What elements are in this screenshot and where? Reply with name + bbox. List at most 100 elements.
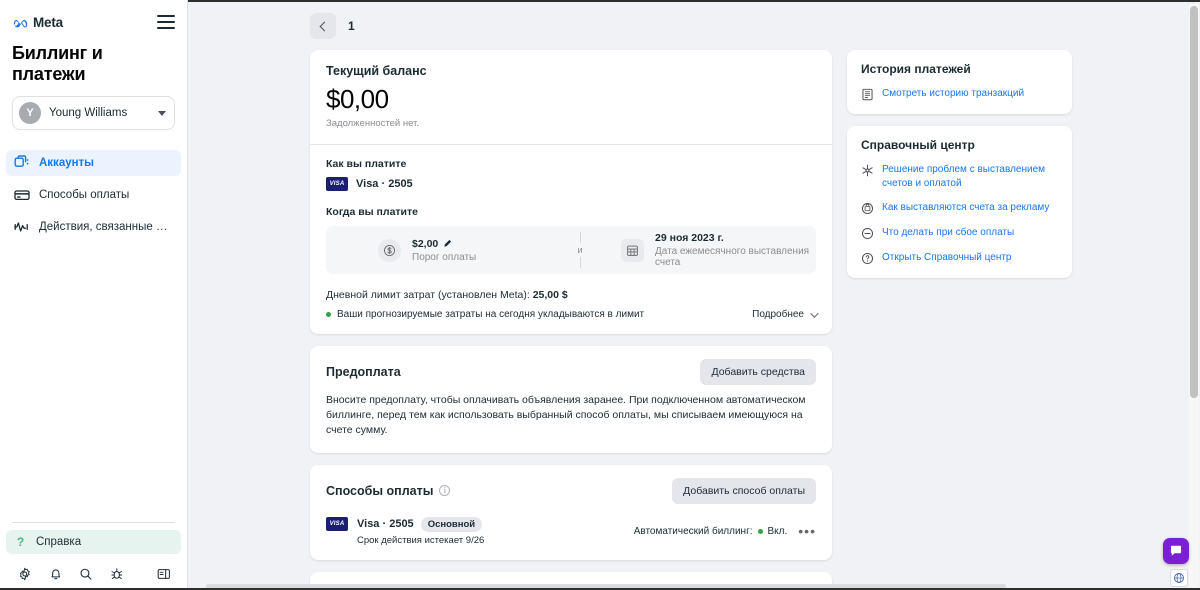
help-link-troubleshoot[interactable]: Решение проблем с выставлением счетов и …: [861, 163, 1058, 190]
sidebar-item-payment-methods[interactable]: Способы оплаты: [6, 182, 181, 208]
meta-infinity-icon: [13, 19, 28, 27]
troubleshoot-icon: [862, 164, 873, 177]
help-link-open-help-center[interactable]: Открыть Справочный центр: [861, 251, 1058, 265]
search-icon[interactable]: [79, 566, 93, 582]
sidebar-divider: [12, 522, 175, 523]
sidebar-item-accounts[interactable]: Аккаунты: [6, 150, 181, 176]
main-column: Текущий баланс $0,00 Задолженностей нет.…: [310, 50, 832, 590]
sidebar-item-help[interactable]: ? Справка: [6, 530, 181, 554]
link-text: Открыть Справочный центр: [882, 252, 1012, 263]
billing-date-caption: Дата ежемесячного выставления счета: [655, 246, 810, 268]
back-button[interactable]: [310, 13, 336, 39]
when-you-pay-box: $2,00 Порог оплаты и 29 ноя 2023 г. Дата…: [326, 226, 816, 274]
sidebar-nav: Аккаунты Способы оплаты Действия, связан…: [0, 150, 187, 246]
content-columns: Текущий баланс $0,00 Задолженностей нет.…: [188, 50, 1200, 590]
sidebar-footer-icons: [6, 554, 181, 582]
how-you-pay-card: VISA Visa · 2505: [326, 177, 816, 191]
vertical-scrollbar[interactable]: [1189, 4, 1199, 590]
current-balance-card: Текущий баланс $0,00 Задолженностей нет.…: [310, 50, 832, 334]
primary-badge: Основной: [420, 516, 483, 532]
hamburger-menu-icon[interactable]: [157, 15, 175, 29]
prepay-card: Предоплата Добавить средства Вносите пре…: [310, 346, 832, 453]
payment-methods-title: Способы оплаты i: [326, 484, 451, 498]
chat-bubble-icon: [1170, 545, 1182, 556]
auto-billing-status: Автоматический биллинг: Вкл.: [634, 526, 788, 537]
more-details-button[interactable]: Подробнее: [752, 308, 819, 320]
meta-wordmark: Meta: [33, 14, 63, 30]
gear-icon[interactable]: [18, 566, 32, 582]
chevron-down-icon: [810, 308, 819, 318]
top-bar: 1: [188, 2, 1200, 50]
prepay-description: Вносите предоплату, чтобы оплачивать объ…: [326, 394, 806, 437]
bell-icon[interactable]: [49, 566, 63, 582]
account-selector[interactable]: Y Young Williams: [12, 96, 175, 130]
meta-logo: Meta: [12, 15, 63, 30]
payment-method-left: VISA Visa · 2505 Основной Срок действия …: [326, 516, 484, 546]
payment-history-title: История платежей: [861, 62, 971, 76]
panel-toggle-icon[interactable]: [157, 566, 171, 582]
payment-methods-section: Способы оплаты i Добавить способ оплаты …: [310, 465, 832, 560]
sidebar-brand-row: Meta: [12, 10, 175, 34]
payment-threshold-text: $2,00 Порог оплаты: [412, 238, 476, 263]
chevron-left-icon: [319, 21, 329, 31]
sidebar-top: Meta Биллинг и платежи Y Young Williams: [0, 0, 187, 130]
billing-date-block: 29 ноя 2023 г. Дата ежемесячного выставл…: [587, 232, 816, 268]
sidebar-bottom: ? Справка: [0, 522, 187, 590]
sidebar-item-label: Аккаунты: [39, 157, 95, 169]
main-area: 1 Текущий баланс $0,00 Задолженностей не…: [188, 0, 1200, 590]
right-column: История платежей Смотреть историю транза…: [847, 50, 1072, 290]
sidebar-item-label: Способы оплаты: [39, 189, 130, 201]
credit-card-icon: [14, 190, 30, 201]
separator-line-bottom: [579, 257, 581, 268]
sidebar-item-label: Действия, связанные с плате…: [39, 221, 173, 233]
auto-billing-value: Вкл.: [767, 525, 788, 537]
balance-amount: $0,00: [326, 84, 389, 114]
help-center-title: Справочный центр: [861, 138, 975, 152]
add-funds-button[interactable]: Добавить средства: [700, 359, 816, 385]
when-you-pay-label: Когда вы платите: [326, 206, 418, 218]
help-label: Справка: [36, 536, 82, 548]
payment-method-info: Visa · 2505 Основной Срок действия истек…: [357, 516, 484, 546]
status-dot-icon: [326, 312, 331, 317]
calendar-icon: [621, 238, 644, 262]
chat-fab-button[interactable]: [1163, 538, 1189, 564]
forecast-text: Ваши прогнозируемые затраты на сегодня у…: [337, 309, 645, 320]
balance-subtitle: Задолженностей нет.: [326, 118, 419, 129]
daily-limit-line: Дневной лимит затрат (установлен Meta): …: [326, 289, 816, 301]
invoice-icon: [861, 202, 874, 215]
billing-date-value: 29 ноя 2023 г.: [655, 232, 724, 244]
separator-line-top: [579, 232, 581, 243]
daily-limit-prefix: Дневной лимит затрат (установлен Meta):: [326, 289, 533, 301]
sidebar-item-payment-activity[interactable]: Действия, связанные с плате…: [6, 214, 181, 240]
conjunction-separator: и: [573, 232, 587, 268]
vertical-scrollbar-thumb[interactable]: [1190, 6, 1198, 398]
threshold-caption: Порог оплаты: [412, 251, 477, 263]
payment-threshold-block: $2,00 Порог оплаты: [326, 238, 573, 263]
app-root: Meta Биллинг и платежи Y Young Williams …: [0, 0, 1200, 590]
pencil-icon[interactable]: [443, 239, 452, 248]
balance-title: Текущий баланс: [326, 64, 427, 78]
chevron-down-icon: [158, 110, 166, 116]
visa-logo-icon: VISA: [326, 516, 348, 531]
help-link-invoicing[interactable]: Как выставляются счета за рекламу: [861, 201, 1058, 215]
payment-method-name-row: Visa · 2505 Основной: [357, 516, 484, 532]
bug-icon[interactable]: [110, 566, 124, 582]
card-label: Visa · 2505: [356, 178, 413, 190]
page-number: 1: [348, 19, 355, 33]
threshold-value-row: $2,00: [412, 238, 476, 250]
help-link-payment-failure[interactable]: Что делать при сбое оплаты: [861, 226, 1058, 240]
balance-body: Как вы платите VISA Visa · 2505 Когда вы…: [310, 145, 832, 334]
view-transaction-history-link[interactable]: Смотреть историю транзакций: [861, 87, 1058, 101]
ellipsis-icon[interactable]: •••: [798, 524, 816, 538]
info-icon[interactable]: i: [439, 485, 451, 497]
forecast-left: Ваши прогнозируемые затраты на сегодня у…: [326, 309, 644, 320]
payment-method-name: Visa · 2505: [357, 518, 414, 531]
forecast-row: Ваши прогнозируемые затраты на сегодня у…: [326, 308, 819, 320]
payment-methods-card: Способы оплаты i Добавить способ оплаты …: [310, 464, 832, 560]
activity-icon: [14, 222, 28, 232]
dollar-circle-icon: [378, 238, 401, 262]
add-payment-method-button[interactable]: Добавить способ оплаты: [672, 477, 816, 504]
language-globe-button[interactable]: [1170, 569, 1188, 587]
payment-methods-header: Способы оплаты i Добавить способ оплаты: [326, 477, 816, 504]
payment-history-card: История платежей Смотреть историю транза…: [847, 50, 1072, 114]
